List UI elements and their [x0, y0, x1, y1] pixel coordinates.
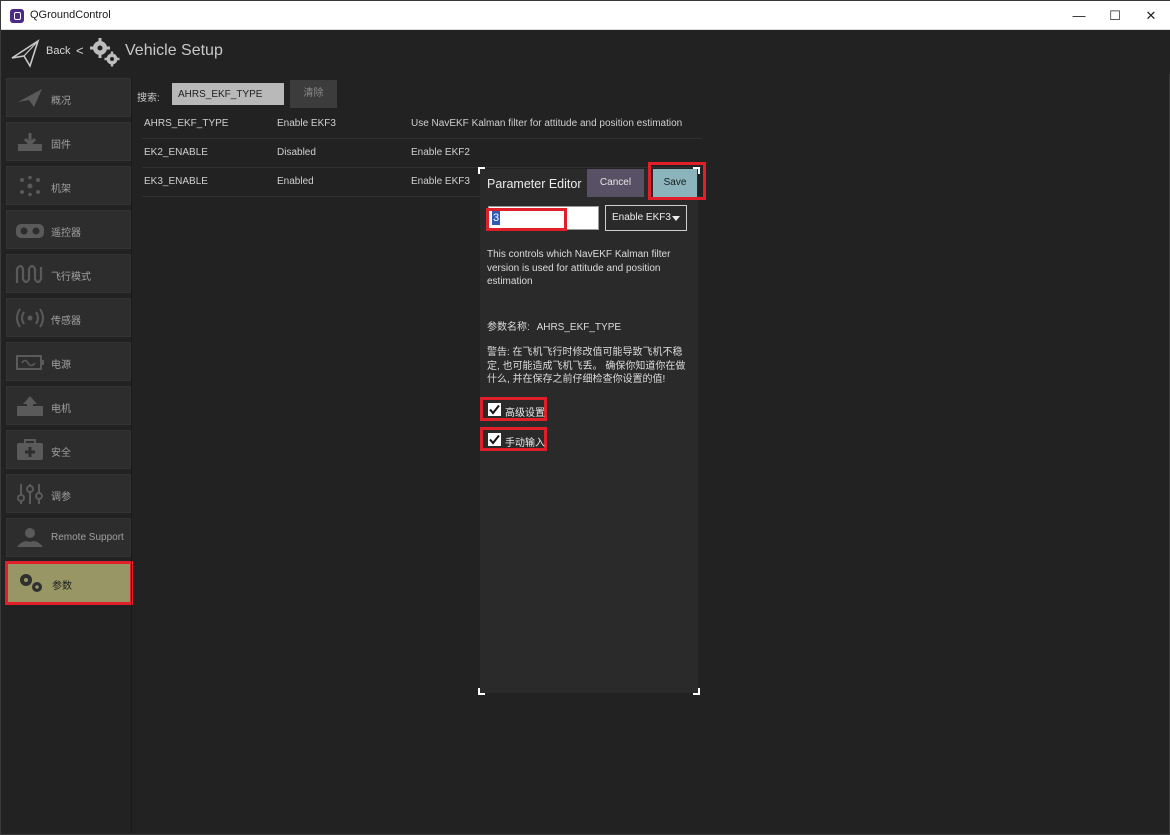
dialog-title: Parameter Editor — [487, 177, 582, 191]
motor-icon — [17, 396, 43, 416]
toolbar: Back < Vehicle Setup — [1, 30, 1170, 74]
sidebar-item-airframe[interactable]: 机架 — [6, 166, 131, 205]
title-bar: QGroundControl — ☐ ✕ — [1, 1, 1170, 30]
sidebar-item-summary[interactable]: 概况 — [6, 78, 131, 117]
sidebar-item-radio[interactable]: 遥控器 — [6, 210, 131, 249]
page-title: Vehicle Setup — [125, 42, 223, 59]
param-help-text: This controls which NavEKF Kalman filter… — [487, 249, 671, 287]
checkmark-icon — [489, 434, 500, 445]
advanced-settings-checkbox[interactable]: 高级设置 — [480, 397, 547, 421]
radio-icon — [16, 224, 44, 238]
table-row[interactable]: EK2_ENABLE Disabled Enable EKF2 — [142, 138, 702, 168]
param-description: Enable EKF3 — [411, 176, 470, 187]
sidebar-item-label: Remote Support — [51, 532, 124, 543]
sidebar-item-motors[interactable]: 电机 — [6, 386, 131, 425]
sidebar-item-safety[interactable]: 安全 — [6, 430, 131, 469]
sidebar-item-label: 固件 — [51, 140, 71, 151]
app-window: QGroundControl — ☐ ✕ Back < Vehicle Setu… — [0, 0, 1170, 835]
setup-sidebar: 概况 固件 机架 遥控器 飞行模式 传感器 电源 电机 安全 调参 Remote… — [5, 78, 133, 833]
warning-text: 警告: 在飞机飞行时修改值可能导致飞机不稳定, 也可能造成飞机飞丢。 确保你知道… — [487, 347, 686, 385]
parameter-editor-dialog: Parameter Editor Cancel Save 3 Enable EK… — [478, 162, 706, 695]
window-title: QGroundControl — [30, 9, 111, 21]
checkmark-icon — [489, 404, 500, 415]
cancel-button[interactable]: Cancel — [587, 169, 644, 197]
tuning-icon — [17, 484, 43, 504]
enum-selected-value: Enable EKF3 — [612, 212, 671, 223]
checkbox-box[interactable] — [488, 403, 501, 416]
sidebar-item-tuning[interactable]: 调参 — [6, 474, 131, 513]
resize-handle[interactable] — [693, 688, 700, 695]
param-description: Enable EKF2 — [411, 147, 470, 158]
sidebar-item-power[interactable]: 电源 — [6, 342, 131, 381]
param-value: Enabled — [277, 176, 314, 187]
param-name: EK3_ENABLE — [144, 176, 208, 187]
sidebar-item-flight-modes[interactable]: 飞行模式 — [6, 254, 131, 293]
checkbox-label: 高级设置 — [505, 408, 545, 419]
checkbox-box[interactable] — [488, 433, 501, 446]
enum-dropdown[interactable]: Enable EKF3 — [605, 205, 687, 231]
param-value: Enable EKF3 — [277, 118, 336, 129]
search-input[interactable] — [172, 83, 284, 105]
value-highlight — [486, 208, 567, 231]
sidebar-item-label: 概况 — [51, 96, 71, 107]
download-icon — [18, 133, 42, 151]
sidebar-item-parameters[interactable]: 参数 — [5, 561, 133, 605]
param-name-value: AHRS_EKF_TYPE — [536, 322, 622, 333]
table-row[interactable]: AHRS_EKF_TYPE Enable EKF3 Use NavEKF Kal… — [142, 109, 702, 139]
back-button[interactable]: Back — [46, 45, 70, 57]
sidebar-item-label: 安全 — [51, 448, 71, 459]
param-value: Disabled — [277, 147, 316, 158]
sidebar-item-label: 遥控器 — [51, 228, 81, 239]
sidebar-item-label: 飞行模式 — [51, 272, 91, 283]
clear-button[interactable]: 清除 — [290, 80, 337, 108]
param-name: AHRS_EKF_TYPE — [144, 118, 229, 129]
qgc-app-icon — [10, 9, 24, 23]
param-name-label: 参数名称: — [487, 322, 530, 333]
sidebar-item-label: 调参 — [51, 492, 71, 503]
flight-modes-icon — [15, 264, 43, 284]
param-name: EK2_ENABLE — [144, 147, 208, 158]
sidebar-item-sensors[interactable]: 传感器 — [6, 298, 131, 337]
manual-entry-checkbox[interactable]: 手动输入 — [480, 427, 547, 451]
safety-icon — [17, 439, 43, 460]
power-icon — [16, 355, 44, 370]
sidebar-item-label: 电源 — [51, 360, 71, 371]
close-button[interactable]: ✕ — [1128, 1, 1170, 30]
gears-icon — [20, 574, 42, 592]
sidebar-divider — [131, 78, 132, 833]
breadcrumb-separator: < — [76, 43, 84, 58]
sidebar-item-label: 参数 — [52, 581, 72, 592]
param-name-line: 参数名称: AHRS_EKF_TYPE — [487, 318, 621, 333]
gears-icon — [90, 38, 120, 67]
paper-plane-icon — [18, 89, 42, 107]
resize-handle[interactable] — [478, 688, 485, 695]
chevron-down-icon — [672, 216, 680, 221]
param-description: Use NavEKF Kalman filter for attitude an… — [411, 118, 683, 129]
save-button[interactable]: Save — [653, 169, 697, 197]
paper-plane-back-icon[interactable] — [10, 38, 40, 68]
sidebar-item-firmware[interactable]: 固件 — [6, 122, 131, 161]
resize-handle[interactable] — [478, 167, 485, 174]
sidebar-item-label: 传感器 — [51, 316, 81, 327]
search-label: 搜索: — [137, 93, 160, 104]
sidebar-item-label: 电机 — [51, 404, 71, 415]
sidebar-item-label: 机架 — [51, 184, 71, 195]
sidebar-item-remote-support[interactable]: Remote Support — [6, 518, 131, 557]
checkbox-label: 手动输入 — [505, 438, 545, 449]
airframe-icon — [20, 175, 40, 197]
remote-support-icon — [17, 528, 43, 547]
sensors-icon — [16, 308, 44, 328]
